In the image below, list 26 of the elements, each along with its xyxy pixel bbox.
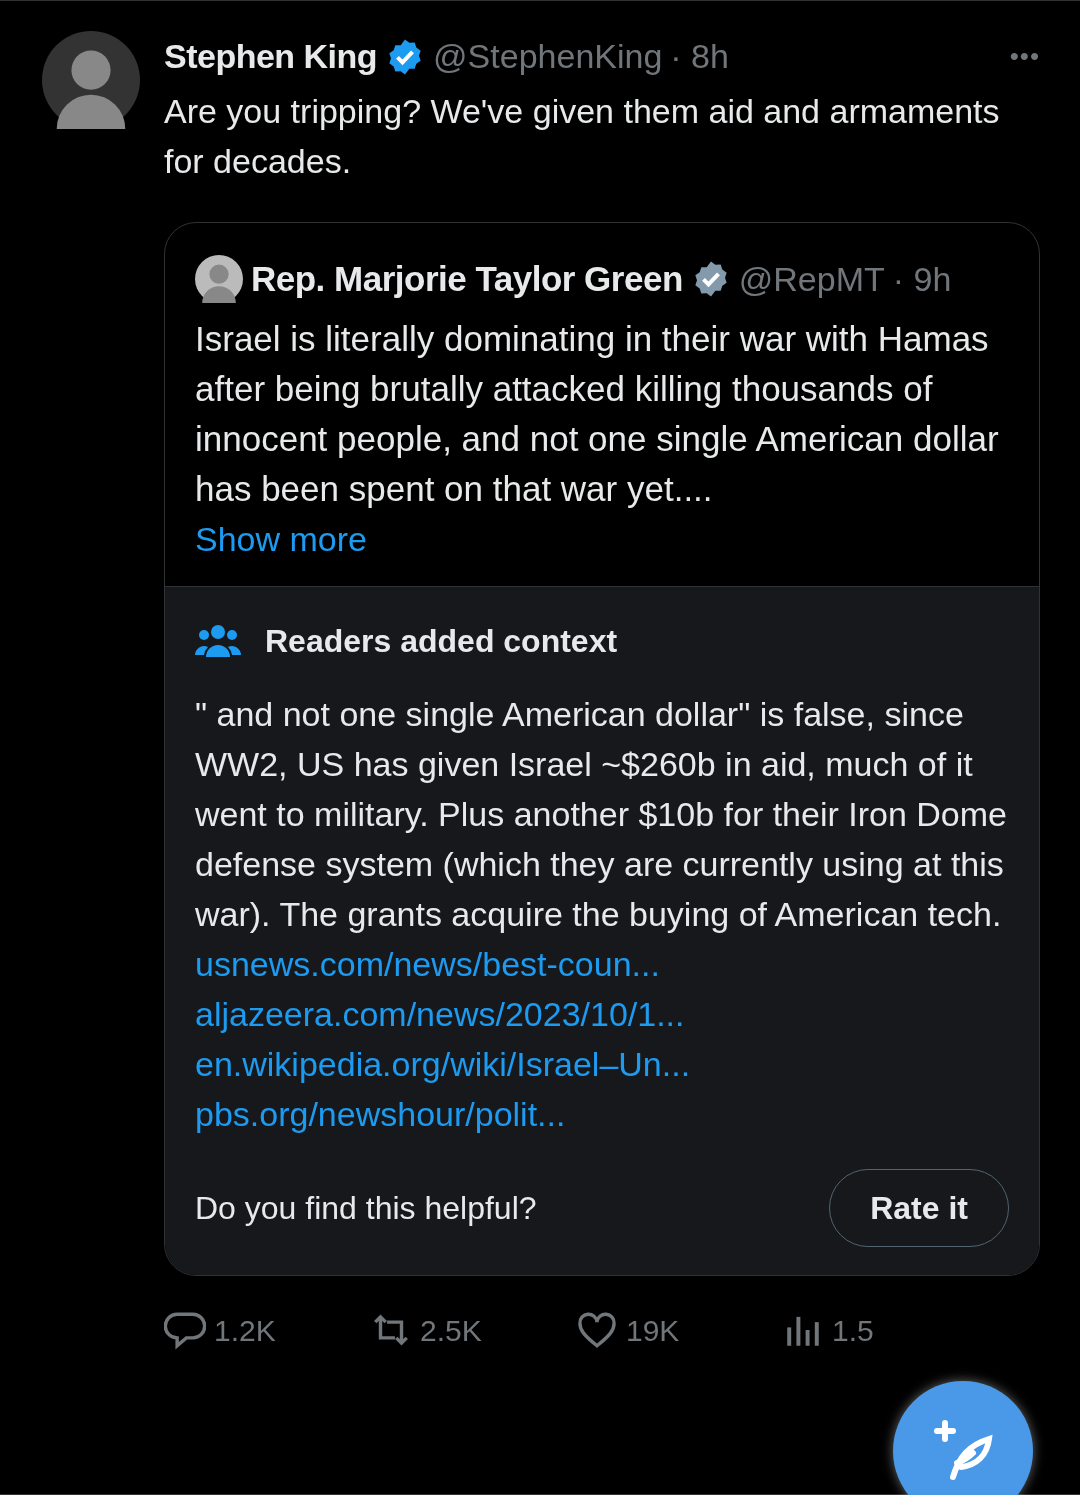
post-time[interactable]: · 8h — [670, 31, 729, 82]
views-count[interactable]: 1.5 — [832, 1307, 874, 1353]
author-name: Stephen King — [164, 36, 378, 77]
quoted-post-card[interactable] — [164, 222, 1040, 1276]
source-link[interactable]: aljazeera.com/news/2023/10/1... — [195, 988, 685, 1039]
author-name: Rep. Marjorie Taylor Green — [251, 258, 683, 300]
more-button[interactable]: ••• — [1009, 37, 1040, 76]
quoted-post-text: Israel is literally dominating in their war with Hamas after being brutally attacked killing thousands of innocent people, and not one single American dollar has been spent on that war yet.... — [195, 317, 1000, 510]
source-link[interactable]: en.wikipedia.org/wiki/Israel–Un... — [195, 1038, 691, 1089]
people-icon — [195, 622, 241, 659]
feather-plus-icon — [931, 1419, 995, 1483]
note-title: Readers added context — [265, 621, 618, 661]
like-count[interactable]: 19K — [626, 1307, 680, 1353]
repost-count[interactable]: 2.5K — [420, 1307, 482, 1353]
source-link[interactable]: pbs.org/newshour/polit... — [195, 1088, 566, 1139]
source-link[interactable]: usnews.com/news/best-coun... — [195, 938, 660, 989]
author-handle: @RepMT — [738, 258, 885, 300]
post-text: Are you tripping? We've given them aid and armaments for decades. — [164, 91, 1001, 182]
avatar[interactable] — [195, 255, 243, 304]
author-handle: @StephenKing — [433, 36, 663, 77]
show-more-link[interactable]: Show more — [195, 513, 367, 564]
note-text: " and not one single American dollar" is false, since WW2, US has given Israel ~$260b in aid, much of it went to military. Plus another $10b for their Iron Dome defense system (which they are currently using at this war). The grants acquire the buying of American tech. — [195, 693, 1008, 935]
post-time[interactable]: · 9h — [892, 253, 952, 305]
reply-count[interactable]: 1.2K — [214, 1307, 276, 1353]
helpful-question: Do you find this helpful? — [195, 1188, 537, 1228]
compose-button[interactable] — [893, 1381, 1033, 1495]
